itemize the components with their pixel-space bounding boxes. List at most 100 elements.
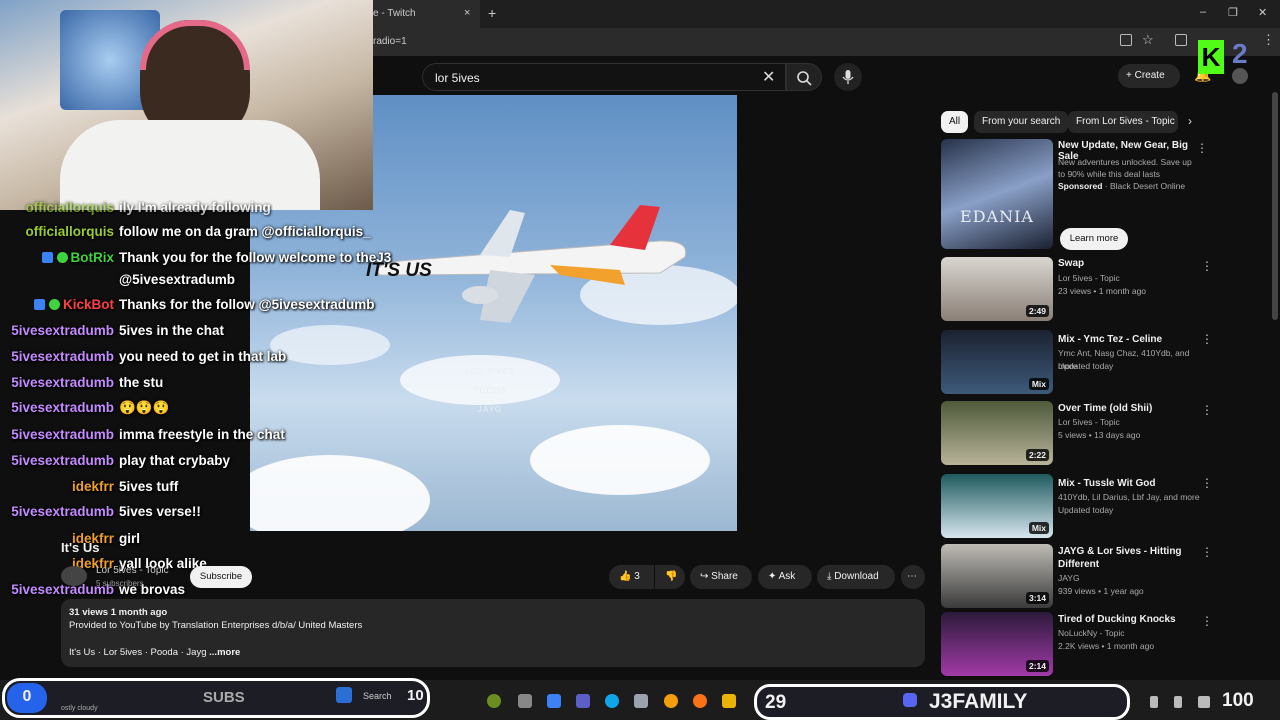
rec-title: Tired of Ducking Knocks [1058, 614, 1176, 625]
rec-title: Swap [1058, 258, 1085, 269]
chip-from-search[interactable]: From your search [974, 111, 1069, 133]
chat-message: 5ivesextradumb 5ives in the chat [11, 323, 225, 338]
recommendation-item[interactable]: 2:49 Swap Lor 5ives - Topic 23 views • 1… [941, 257, 1213, 321]
new-tab-button[interactable]: + [488, 5, 496, 21]
ad-desc: New adventures unlocked. Save up to 90% … [1058, 157, 1192, 179]
menu-icon[interactable]: ⋮ [1262, 32, 1275, 48]
cover-credit-3: JAYG [477, 405, 503, 414]
rec-menu-icon[interactable]: ⋮ [1201, 545, 1213, 559]
video-thumbnail: 2:49 [941, 257, 1053, 321]
channel-name[interactable]: Lor 5ives - Topic [96, 565, 169, 576]
firefox-icon[interactable] [693, 694, 707, 708]
cover-credit-1: LOR 5IVES [464, 367, 516, 376]
subscribe-button[interactable]: Subscribe [190, 566, 252, 588]
edge-icon[interactable] [605, 694, 619, 708]
subs-overlay: 0 ostly cloudy SUBS Search 10 [2, 678, 430, 718]
rec-channel: JAYG [1058, 573, 1080, 583]
sparkle-icon: ✦ [768, 571, 779, 582]
ad-menu-icon[interactable]: ⋮ [1196, 141, 1208, 155]
video-thumbnail: 3:14 [941, 544, 1053, 608]
app-icon[interactable] [487, 694, 501, 708]
volume-icon[interactable] [1198, 696, 1210, 708]
kick-logo: K [1198, 40, 1224, 74]
chat-message: KickBot Thanks for the follow @5ivesextra… [0, 297, 400, 321]
taskbar-search[interactable]: Search [363, 691, 392, 701]
more-link[interactable]: ...more [209, 647, 240, 658]
tab-title: e - Twitch [373, 8, 416, 19]
search-input[interactable]: lor 5ives [422, 63, 786, 91]
chat-message: officiallorquis follow me on da gram @off… [25, 224, 371, 239]
windows-start-icon[interactable] [336, 687, 352, 703]
sponsored-label: Sponsored [1058, 181, 1103, 191]
credits-line: It's Us · Lor 5ives · Pooda · Jayg [69, 647, 207, 658]
chat-message: 5ivesextradumb 😲😲😲 [11, 400, 170, 415]
create-button[interactable]: + Create [1118, 64, 1180, 88]
mic-icon [842, 70, 854, 84]
family-overlay: 29 J3FAMILY [754, 684, 1130, 720]
tab-close-icon[interactable]: × [464, 7, 470, 19]
duration-badge: 2:14 [1025, 660, 1049, 672]
rec-title: Over Time (old Shii) [1058, 403, 1153, 414]
extensions-icon[interactable] [1175, 34, 1187, 46]
rec-menu-icon[interactable]: ⋮ [1201, 332, 1213, 346]
mic-tray-icon[interactable] [1174, 696, 1182, 708]
description-box[interactable]: 31 views 1 month ago Provided to YouTube… [61, 599, 925, 667]
ad-thumb-text: EDANIA [960, 207, 1034, 226]
subs-count: 10 [407, 687, 424, 704]
chrome-icon[interactable] [664, 694, 678, 708]
rec-menu-icon[interactable]: ⋮ [1201, 259, 1213, 273]
folder-icon[interactable] [722, 694, 736, 708]
close-window-button[interactable]: ✕ [1258, 6, 1267, 19]
dislike-button[interactable]: 👎 [655, 565, 685, 589]
browser-tab[interactable]: e - Twitch [365, 0, 480, 28]
tray-icon[interactable] [1150, 696, 1158, 708]
rec-menu-icon[interactable]: ⋮ [1201, 614, 1213, 628]
rec-meta: Updated today [1058, 361, 1114, 371]
clear-search-icon[interactable]: ✕ [762, 67, 775, 87]
avatar[interactable] [1232, 68, 1248, 84]
ask-label: Ask [778, 571, 796, 582]
task-view-icon[interactable] [518, 694, 532, 708]
recommendation-item[interactable]: 2:22 Over Time (old Shii) Lor 5ives - To… [941, 401, 1213, 465]
learn-more-button[interactable]: Learn more [1060, 228, 1128, 250]
copilot-icon[interactable] [547, 694, 561, 708]
rec-channel: NoLuckNy - Topic [1058, 628, 1125, 638]
like-button[interactable]: 👍 3 [609, 565, 654, 589]
share-icon: ↪ [700, 571, 712, 582]
minimize-button[interactable]: – [1200, 6, 1206, 18]
share-button[interactable]: ↪ Share [690, 565, 752, 589]
discord-icon[interactable] [903, 693, 917, 707]
more-actions-button[interactable]: ⋯ [901, 565, 925, 589]
search-button[interactable] [786, 63, 822, 91]
star-icon[interactable]: ☆ [1142, 32, 1154, 48]
thumbs-up-icon: 👍 [619, 571, 635, 582]
ask-button[interactable]: ✦ Ask [758, 565, 812, 589]
duration-badge: 2:49 [1025, 305, 1049, 317]
chat-message: 5ivesextradumb imma freestyle in the chat [11, 427, 285, 442]
store-icon[interactable] [634, 694, 648, 708]
rec-menu-icon[interactable]: ⋮ [1201, 476, 1213, 490]
recommendation-item[interactable]: 3:14 JAYG & Lor 5ives - Hitting Differen… [941, 544, 1213, 608]
rec-meta: Updated today [1058, 505, 1114, 515]
chevron-right-icon[interactable]: › [1188, 114, 1192, 128]
channel-avatar[interactable] [61, 566, 87, 586]
rec-channel: Lor 5ives - Topic [1058, 273, 1120, 283]
recommendation-item[interactable]: Mix Mix - Tussle Wit God 410Ydb, Lil Dar… [941, 474, 1213, 538]
teams-icon[interactable] [576, 694, 590, 708]
create-label: Create [1134, 70, 1165, 81]
cast-icon[interactable] [1120, 34, 1132, 46]
maximize-button[interactable]: ❐ [1228, 6, 1238, 19]
rec-menu-icon[interactable]: ⋮ [1201, 403, 1213, 417]
chip-all[interactable]: All [941, 111, 969, 133]
rec-channel: Lor 5ives - Topic [1058, 417, 1120, 427]
scrollbar-thumb[interactable] [1272, 92, 1278, 320]
ad-thumbnail[interactable]: EDANIA [941, 139, 1053, 249]
recommendation-item[interactable]: Mix Mix - Ymc Tez - Celine Ymc Ant, Nasg… [941, 330, 1213, 394]
chip-from-channel[interactable]: From Lor 5ives - Topic [1068, 111, 1178, 133]
cover-credit-2: POODA [473, 386, 507, 395]
download-button[interactable]: ⤓ Download [817, 565, 895, 589]
recommendation-item[interactable]: 2:14 Tired of Ducking Knocks NoLuckNy - … [941, 612, 1213, 676]
thumbs-down-icon: 👎 [665, 571, 678, 582]
rec-title: JAYG & Lor 5ives - Hitting Different [1058, 546, 1182, 570]
voice-search-button[interactable] [834, 63, 862, 91]
